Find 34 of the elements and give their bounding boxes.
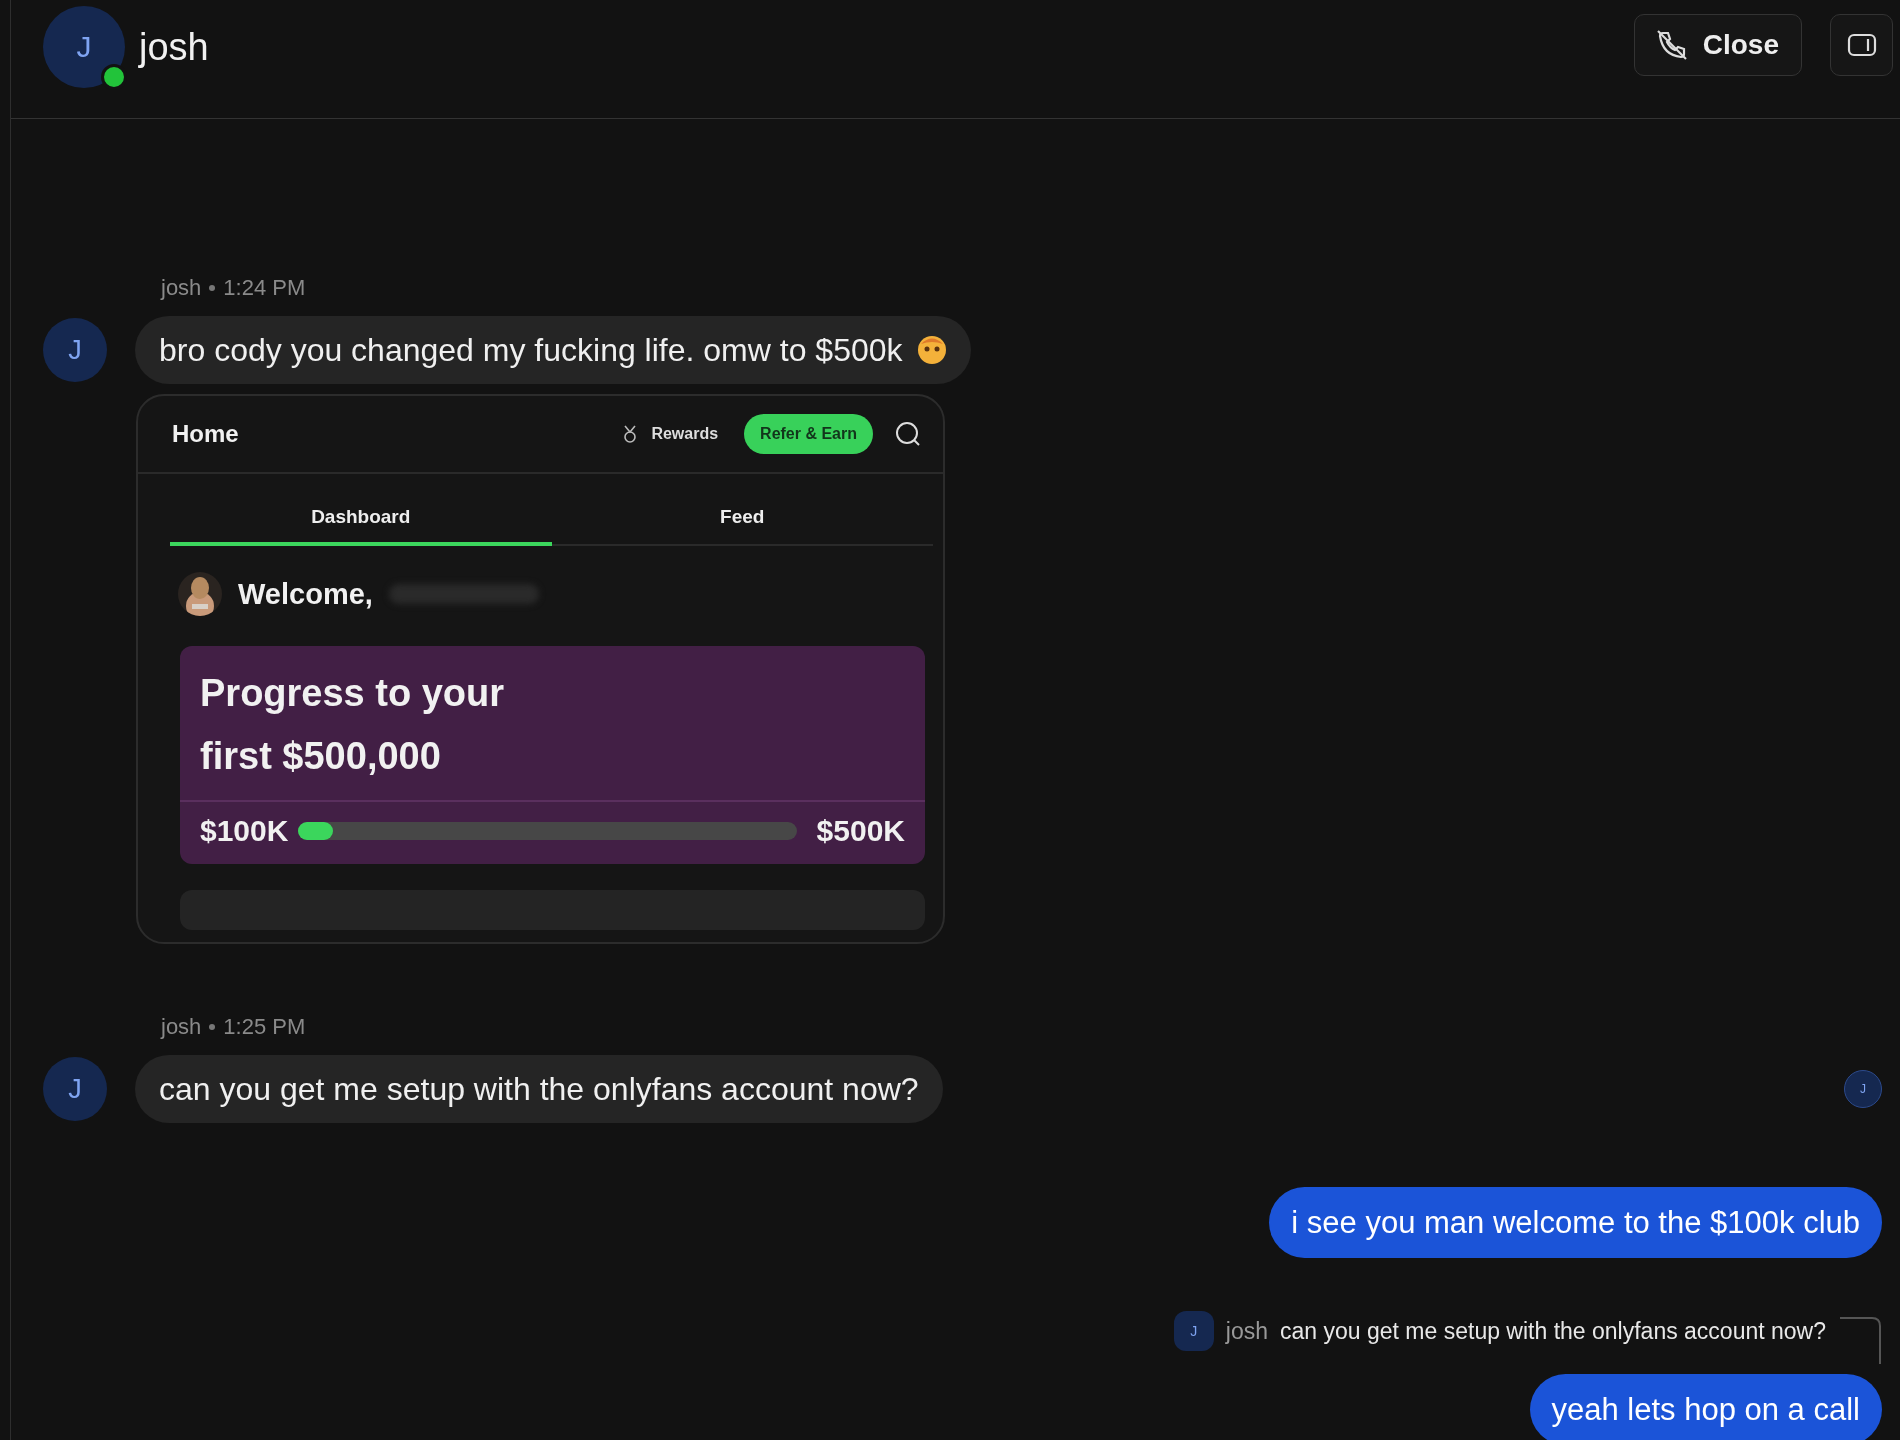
contact-name: josh: [139, 26, 210, 69]
progress-goal: $500K: [816, 814, 905, 848]
rewards-link[interactable]: Rewards: [651, 425, 719, 443]
panel-icon: [1846, 33, 1877, 57]
tab[interactable]: Feed: [551, 496, 933, 546]
message-bubble: can you get me setup with the onlyfans account now?: [135, 1055, 943, 1123]
message-bubble: yeah lets hop on a call: [1529, 1374, 1882, 1440]
no-phone-icon: [1654, 28, 1689, 62]
reply-quote: can you get me setup with the onlyfans account now?: [1280, 1317, 1826, 1345]
refer-button[interactable]: Refer & Earn: [744, 414, 873, 454]
message-bubble: i see you man welcome to the $100k club: [1269, 1187, 1882, 1258]
reply-connector: [1838, 1316, 1882, 1364]
medal-icon: [623, 425, 638, 443]
screen-title: Home: [172, 420, 240, 448]
user-avatar: J: [43, 1057, 107, 1121]
user-avatar: J: [43, 318, 107, 382]
message-time: 1:24 PM: [223, 275, 306, 301]
read-receipt-avatar: J: [1844, 1070, 1882, 1108]
message-time: 1:25 PM: [223, 1014, 306, 1040]
separator-dot-icon: [209, 285, 216, 291]
message-bubble: bro cody you changed my fucking life. omw to $500k: [135, 316, 971, 384]
sender-name: josh: [161, 1014, 202, 1040]
separator-dot-icon: [209, 1024, 216, 1030]
progress-start: $100K: [200, 814, 289, 848]
search-icon[interactable]: [895, 421, 921, 447]
user-avatar: J: [1173, 1311, 1214, 1351]
progress-title: Progress to your first $500,000: [199, 671, 506, 779]
tab[interactable]: Dashboard: [170, 496, 552, 546]
reply-sender: josh: [1225, 1317, 1269, 1345]
sender-name: josh: [161, 275, 202, 301]
user-avatar: J: [43, 6, 125, 88]
welcome-text: Welcome,: [238, 577, 373, 611]
close-button[interactable]: Close: [1633, 14, 1802, 76]
sidebar-toggle-button[interactable]: [1830, 14, 1893, 76]
